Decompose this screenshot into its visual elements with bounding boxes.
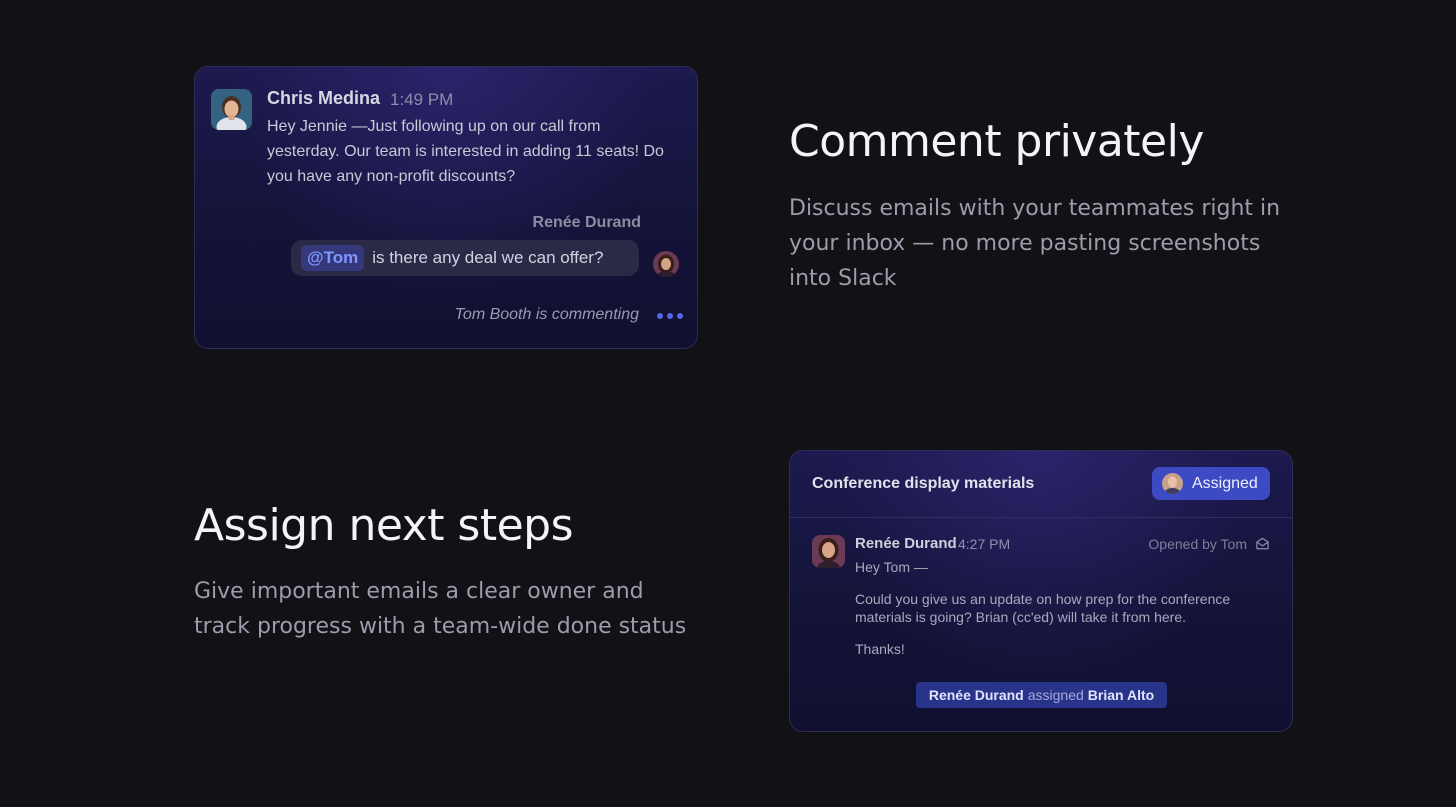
opened-by-status: Opened by Tom bbox=[1148, 536, 1247, 552]
comment-text: is there any deal we can offer? bbox=[372, 248, 604, 267]
comment-card: Chris Medina 1:49 PM Hey Jennie —Just fo… bbox=[194, 66, 698, 349]
typing-status: Tom Booth is commenting bbox=[454, 306, 639, 323]
email-body: Could you give us an update on how prep … bbox=[855, 591, 1231, 625]
feature-description-comment: Discuss emails with your teammates right… bbox=[789, 196, 1281, 291]
email-time: 4:27 PM bbox=[958, 536, 1011, 552]
assignment-verb: assigned bbox=[1027, 687, 1084, 703]
assigned-label: Assigned bbox=[1192, 474, 1258, 492]
comment-bubble: @Tom is there any deal we can offer? bbox=[291, 240, 639, 276]
message-body: Hey Jennie —Just following up on our cal… bbox=[267, 118, 664, 185]
sender-time: 1:49 PM bbox=[390, 90, 454, 109]
assigned-status-button[interactable]: Assigned bbox=[1152, 467, 1270, 500]
feature-title-assign: Assign next steps bbox=[194, 500, 574, 551]
assign-card: Conference display materials Assigned Re… bbox=[789, 450, 1293, 732]
renee-durand-avatar bbox=[812, 535, 845, 568]
chris-medina-avatar bbox=[211, 89, 252, 130]
assignee-name: Brian Alto bbox=[1087, 687, 1155, 703]
assigner-name: Renée Durand bbox=[928, 687, 1024, 703]
envelope-open-icon bbox=[1256, 537, 1269, 550]
email-greeting: Hey Tom — bbox=[855, 559, 928, 575]
renee-durand-avatar bbox=[653, 251, 679, 277]
sender-name: Chris Medina bbox=[267, 88, 381, 108]
email-signoff: Thanks! bbox=[855, 641, 905, 657]
conversation-header: Conference display materials Assigned bbox=[790, 451, 1292, 518]
commenter-name: Renée Durand bbox=[532, 214, 641, 231]
assignment-event-chip: Renée Durand assigned Brian Alto bbox=[916, 682, 1167, 708]
mention-chip[interactable]: @Tom bbox=[301, 245, 365, 271]
email-sender-name: Renée Durand bbox=[855, 535, 957, 552]
feature-title-comment: Comment privately bbox=[789, 116, 1204, 167]
conversation-title: Conference display materials bbox=[812, 475, 1035, 492]
feature-description-assign: Give important emails a clear owner and … bbox=[194, 579, 687, 639]
ellipsis-icon bbox=[657, 313, 683, 319]
assignee-avatar bbox=[1162, 473, 1183, 494]
